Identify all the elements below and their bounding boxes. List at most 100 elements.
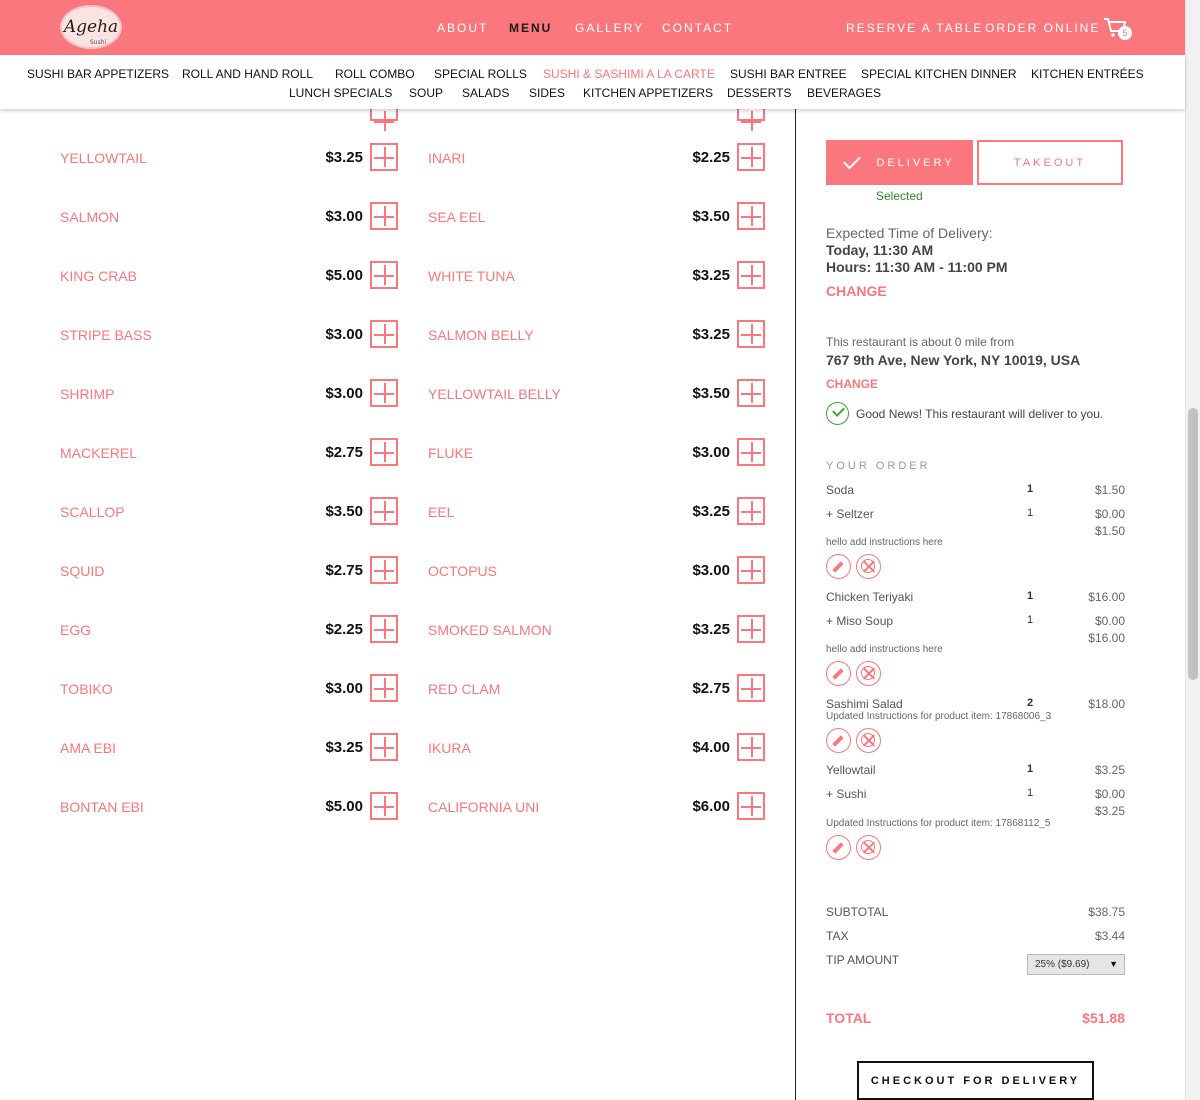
category-beverages[interactable]: BEVERAGES [807,86,881,100]
menu-item-name[interactable]: SALMON [60,209,119,225]
category-special-rolls[interactable]: SPECIAL ROLLS [434,67,527,81]
check-circle-icon [826,402,849,425]
remove-item-button[interactable] [856,835,881,860]
edit-item-button[interactable] [826,661,851,686]
nav-gallery[interactable]: GALLERY [575,21,644,35]
menu-item-name[interactable]: SEA EEL [428,209,486,225]
add-item-button[interactable] [370,320,398,348]
edit-item-button[interactable] [826,554,851,579]
remove-item-button[interactable] [856,728,881,753]
menu-item-name[interactable]: AMA EBI [60,740,116,756]
nav-menu[interactable]: MENU [509,21,552,35]
category-roll-combo[interactable]: ROLL COMBO [335,67,415,81]
add-item-button[interactable] [370,674,398,702]
add-item-button[interactable] [737,143,765,171]
add-item-button[interactable] [737,379,765,407]
menu-item-price: $3.00 [325,326,363,343]
menu-item-price: $3.00 [325,208,363,225]
add-item-button[interactable] [370,379,398,407]
add-item-button[interactable] [370,556,398,584]
add-item-button[interactable] [737,674,765,702]
menu-item-name[interactable]: TOBIKO [60,681,113,697]
category-kitchen-entrees[interactable]: KITCHEN ENTRÉES [1031,67,1144,81]
selected-indicator: Selected [876,189,923,203]
edit-item-button[interactable] [826,835,851,860]
category-desserts[interactable]: DESSERTS [727,86,791,100]
order-item-modifier: + Miso Soup [826,614,894,628]
order-item-qty: 1 [1026,763,1034,775]
add-item-button[interactable] [737,615,765,643]
restaurant-logo[interactable]: Ageha Sushi [60,5,122,49]
menu-item-name[interactable]: RED CLAM [428,681,500,697]
add-item-button[interactable] [737,261,765,289]
nav-reserve-table[interactable]: RESERVE A TABLE [846,21,983,35]
change-time-link[interactable]: CHANGE [826,283,887,299]
add-item-button[interactable] [370,261,398,289]
category-sides[interactable]: SIDES [529,86,565,100]
add-item-button[interactable] [737,733,765,761]
add-item-button[interactable] [737,792,765,820]
order-item-modifier: + Seltzer [826,507,874,521]
menu-item-name[interactable]: INARI [428,150,465,166]
scrollbar-thumb[interactable] [1188,408,1198,680]
category-special-kitchen-dinner[interactable]: SPECIAL KITCHEN DINNER [861,67,1017,81]
menu-item-name[interactable]: EEL [428,504,454,520]
add-item-button[interactable] [737,320,765,348]
menu-item-name[interactable]: SMOKED SALMON [428,622,552,638]
order-item-price: $18.00 [1088,697,1125,711]
delivery-button[interactable]: DELIVERY [826,140,973,185]
menu-item-name[interactable]: SCALLOP [60,504,125,520]
category-sushi-bar-appetizers[interactable]: SUSHI BAR APPETIZERS [27,67,169,81]
category-salads[interactable]: SALADS [462,86,509,100]
menu-item-name[interactable]: YELLOWTAIL [60,150,147,166]
remove-item-button[interactable] [856,661,881,686]
menu-item-name[interactable]: IKURA [428,740,471,756]
category-lunch-specials[interactable]: LUNCH SPECIALS [289,86,392,100]
menu-item-name[interactable]: SQUID [60,563,104,579]
category-roll-and-hand-roll[interactable]: ROLL AND HAND ROLL [182,67,313,81]
add-item-button[interactable] [370,438,398,466]
tip-amount-select[interactable]: 25% ($9.69) ▼ [1027,954,1125,975]
nav-order-online[interactable]: ORDER ONLINE [985,21,1100,35]
category-kitchen-appetizers[interactable]: KITCHEN APPETIZERS [583,86,713,100]
menu-item-name[interactable]: CALIFORNIA UNI [428,799,539,815]
add-item-button[interactable] [370,733,398,761]
menu-item-name[interactable]: SHRIMP [60,386,114,402]
order-modifier-price: $0.00 [1094,787,1125,801]
nav-about[interactable]: ABOUT [437,21,488,35]
category-sushi-bar-entree[interactable]: SUSHI BAR ENTREE [730,67,847,81]
cart-button[interactable]: 5 [1103,16,1133,40]
delivery-label: DELIVERY [876,156,955,169]
menu-item-name[interactable]: SALMON BELLY [428,327,534,343]
category-soup[interactable]: SOUP [409,86,443,100]
menu-item-name[interactable]: MACKEREL [60,445,137,461]
add-item-button[interactable] [737,202,765,230]
takeout-button[interactable]: TAKEOUT [977,140,1123,185]
menu-item-name[interactable]: EGG [60,622,91,638]
menu-item-name[interactable]: KING CRAB [60,268,137,284]
add-item-button[interactable] [737,556,765,584]
menu-item-name[interactable]: WHITE TUNA [428,268,515,284]
menu-item-name[interactable]: OCTOPUS [428,563,497,579]
add-item-button[interactable] [737,438,765,466]
add-item-button[interactable] [370,202,398,230]
edit-item-button[interactable] [826,728,851,753]
tax-value: $3.44 [1094,929,1125,943]
menu-item-name[interactable]: STRIPE BASS [60,327,152,343]
add-item-button[interactable] [370,497,398,525]
checkout-button[interactable]: CHECKOUT FOR DELIVERY [857,1061,1094,1100]
menu-item-name[interactable]: BONTAN EBI [60,799,144,815]
menu-item-name[interactable]: FLUKE [428,445,473,461]
menu-item-name[interactable]: YELLOWTAIL BELLY [428,386,561,402]
category-sushi-sashimi-a-la-carte[interactable]: SUSHI & SASHIMI A LA CARTE [543,67,715,81]
nav-contact[interactable]: CONTACT [662,21,733,35]
add-item-button[interactable] [370,615,398,643]
add-item-button[interactable] [370,792,398,820]
remove-item-button[interactable] [856,554,881,579]
add-item-button[interactable] [370,109,398,131]
change-address-link[interactable]: CHANGE [826,377,878,391]
add-item-button[interactable] [370,143,398,171]
add-item-button[interactable] [737,497,765,525]
page-scrollbar[interactable] [1185,0,1200,1100]
add-item-button[interactable] [737,109,765,131]
